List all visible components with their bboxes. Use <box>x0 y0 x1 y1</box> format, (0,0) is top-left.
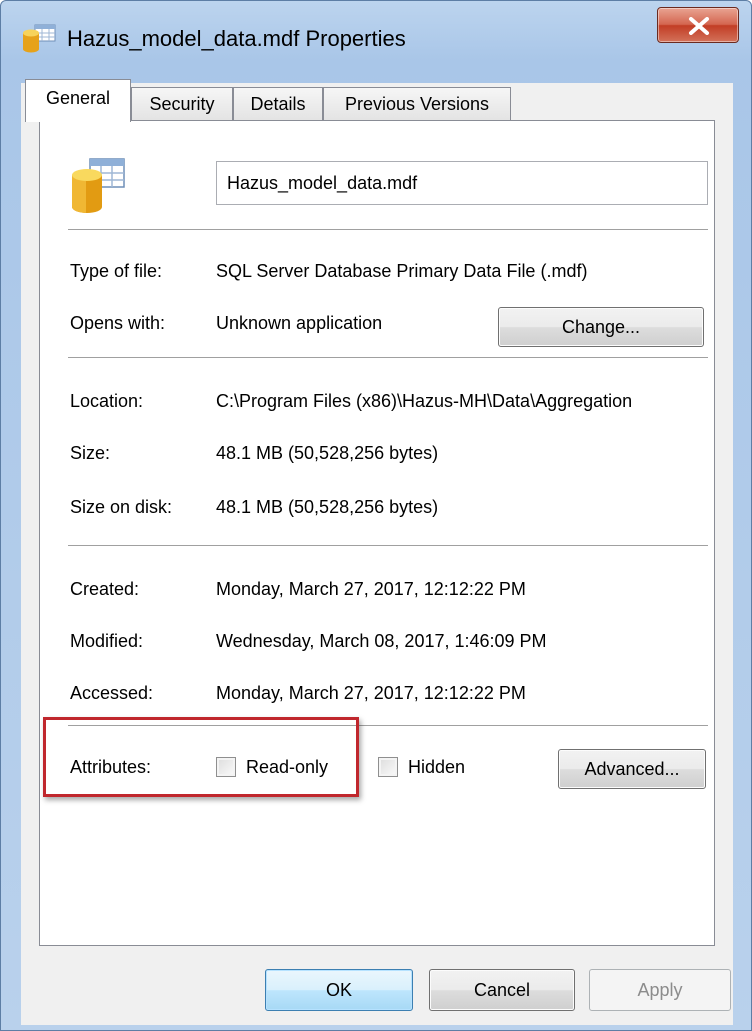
opens-with-value: Unknown application <box>216 313 383 333</box>
ok-button[interactable]: OK <box>265 969 413 1011</box>
close-icon <box>689 17 709 35</box>
change-button[interactable]: Change... <box>498 307 704 347</box>
modified-label: Modified: <box>70 631 144 651</box>
general-tab-page: Type of file: SQL Server Database Primar… <box>39 120 715 946</box>
created-value: Monday, March 27, 2017, 12:12:22 PM <box>216 579 526 599</box>
hidden-checkbox[interactable] <box>378 757 398 777</box>
tab-label: General <box>45 88 111 108</box>
properties-window: Hazus_model_data.mdf Properties General … <box>0 0 752 1031</box>
tab-details[interactable]: Details <box>233 87 323 121</box>
tab-label: Security <box>149 94 215 114</box>
size-on-disk-value: 48.1 MB (50,528,256 bytes) <box>216 497 439 517</box>
type-of-file-label: Type of file: <box>70 261 163 281</box>
separator <box>68 357 708 358</box>
separator <box>68 545 708 546</box>
tab-previous-versions[interactable]: Previous Versions <box>323 87 511 121</box>
separator <box>68 229 708 230</box>
apply-button[interactable]: Apply <box>589 969 731 1011</box>
file-name-input[interactable] <box>216 161 708 205</box>
window-title: Hazus_model_data.mdf Properties <box>67 26 406 51</box>
database-file-icon <box>70 157 126 219</box>
accessed-value: Monday, March 27, 2017, 12:12:22 PM <box>216 683 526 703</box>
database-file-icon <box>21 23 57 55</box>
attributes-highlight-box <box>43 717 359 797</box>
accessed-label: Accessed: <box>70 683 154 703</box>
advanced-button[interactable]: Advanced... <box>558 749 706 789</box>
size-on-disk-label: Size on disk: <box>70 497 173 517</box>
opens-with-label: Opens with: <box>70 313 166 333</box>
hidden-label[interactable]: Hidden <box>408 755 465 779</box>
cancel-button[interactable]: Cancel <box>429 969 575 1011</box>
tab-label: Previous Versions <box>344 94 490 114</box>
tab-label: Details <box>250 94 306 114</box>
size-label: Size: <box>70 443 111 463</box>
location-label: Location: <box>70 391 144 411</box>
type-of-file-value: SQL Server Database Primary Data File (.… <box>216 261 588 281</box>
tab-general[interactable]: General <box>25 79 131 122</box>
size-value: 48.1 MB (50,528,256 bytes) <box>216 443 439 463</box>
tab-security[interactable]: Security <box>131 87 233 121</box>
title-bar[interactable]: Hazus_model_data.mdf Properties <box>1 1 751 81</box>
location-value: C:\Program Files (x86)\Hazus-MH\Data\Agg… <box>216 391 633 411</box>
created-label: Created: <box>70 579 140 599</box>
close-button[interactable] <box>657 7 739 43</box>
modified-value: Wednesday, March 08, 2017, 1:46:09 PM <box>216 631 547 651</box>
